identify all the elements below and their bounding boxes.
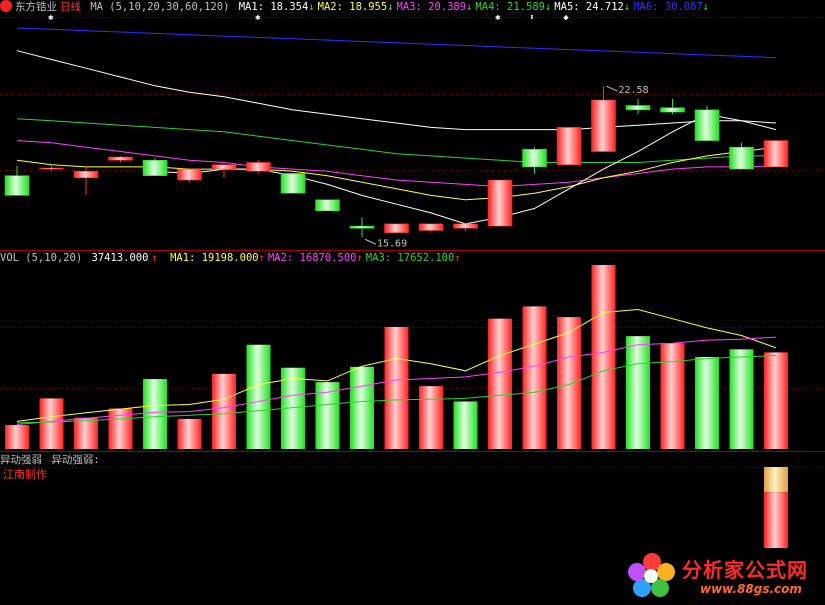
candle-body — [556, 127, 582, 165]
period-label: 日线 — [60, 1, 81, 13]
ma-parameters: MA (5,10,20,30,60,120) — [90, 1, 230, 13]
candle-body — [418, 223, 444, 231]
annotation-pointer — [364, 238, 377, 245]
volume-bar — [5, 425, 29, 449]
volume-bar — [695, 357, 719, 449]
volume-bar — [384, 326, 409, 449]
volume-bar — [557, 317, 581, 449]
signal-marker-icon: ⬍ — [529, 13, 534, 23]
price-ma6-line — [16, 27, 777, 59]
price-ma-ma2: MA2: 18.955↓ — [317, 1, 394, 13]
credit-text: 江南制作 — [3, 468, 47, 481]
candle-body — [142, 160, 168, 176]
candle-body — [763, 140, 789, 168]
volume-bar — [488, 318, 512, 449]
price-ma-values: MA1: 18.354↓ MA2: 18.955↓ MA3: 20.389↓ MA4:… — [239, 1, 712, 13]
volume-bar — [350, 366, 374, 449]
watermark-url: www.88gs.com — [700, 582, 802, 596]
candle-body — [108, 156, 133, 161]
candle-body — [729, 146, 754, 170]
candle-body — [177, 168, 202, 181]
candle-body — [453, 223, 478, 229]
volume-bar — [522, 306, 547, 449]
watermark: 分析家公式网 www.88gs.com — [626, 548, 822, 602]
volume-bar — [764, 352, 788, 449]
watermark-name: 分析家公式网 — [682, 558, 808, 582]
volume-ma-values: MA1: 19198.000↑ MA2: 16870.500↑ MA3: 17652… — [170, 252, 464, 264]
price-ma5-line — [16, 50, 777, 131]
volume-bar — [591, 265, 616, 449]
price-ma3-line — [16, 140, 777, 188]
indicator-panel-header: 异动强弱 异动强弱: — [0, 453, 103, 467]
volume-value: 37413.000 ↑ — [91, 252, 158, 264]
flower-logo-icon — [628, 553, 675, 597]
signal-marker-icon: ✱ — [48, 13, 54, 23]
vol-ma-ma3: MA3: 17652.100↑ — [365, 252, 461, 264]
candle-body — [246, 162, 271, 172]
price-panel-header: 东方锆业 日线 MA (5,10,20,30,60,120) MA1: 18.35… — [0, 0, 715, 14]
volume-bar — [212, 373, 236, 449]
price-ma-ma5: MA5: 24.712↓ — [554, 1, 631, 13]
signal-marker-icon: ✱ — [495, 13, 501, 23]
candle-body — [694, 109, 720, 141]
price-ma-ma6: MA6: 30.087↓ — [633, 1, 710, 13]
volume-bar — [143, 379, 167, 449]
low-price-label: 15.69 — [377, 238, 407, 249]
signal-marker-icon: ✱ — [255, 13, 261, 23]
volume-bar — [419, 386, 443, 449]
price-ma-ma3: MA3: 20.389↓ — [396, 1, 473, 13]
candle-body — [280, 173, 306, 194]
volume-bar — [74, 417, 98, 449]
candle-body — [522, 149, 547, 168]
volume-bar — [177, 418, 202, 449]
volume-panel-header: VOL (5,10,20) 37413.000 ↑ MA1: 19198.000↑… — [0, 251, 467, 265]
indicator-label: 异动强弱 — [0, 454, 42, 466]
price-ma-ma1: MA1: 18.354↓ — [238, 1, 315, 13]
vol-ma-ma2: MA2: 16870.500↑ — [267, 252, 363, 264]
indicator-bar-bottom — [764, 492, 788, 548]
stock-chart[interactable]: 22.58 15.69 ✱ ✱ ✱ ⬍ ◆ — [0, 0, 825, 605]
candle-body — [384, 223, 409, 233]
vol-ma-ma1: MA1: 19198.000↑ — [170, 252, 265, 264]
candle-body — [625, 105, 651, 111]
app-logo-icon — [0, 0, 12, 12]
candle-body — [591, 99, 616, 152]
candle-body — [211, 164, 237, 170]
price-ma2-line — [16, 146, 777, 201]
candle-body — [349, 225, 375, 229]
candle-body — [487, 179, 513, 227]
candle-body — [660, 107, 685, 113]
volume-bar — [246, 344, 271, 449]
volume-bar — [626, 336, 650, 449]
candle-body — [315, 199, 340, 211]
signal-marker-icon: ◆ — [563, 13, 569, 23]
price-ma4-line — [16, 118, 776, 163]
high-price-label: 22.58 — [619, 85, 649, 96]
candle-body — [39, 167, 64, 170]
indicator-bar-top — [764, 467, 788, 493]
price-ma-ma4: MA4: 21.589↓ — [475, 1, 552, 13]
candle-body — [73, 171, 99, 179]
stock-name: 东方锆业 — [15, 1, 57, 13]
volume-bar — [729, 349, 754, 449]
volume-bar — [660, 343, 685, 449]
volume-bar — [39, 398, 64, 449]
volume-bar — [453, 401, 478, 449]
volume-label: VOL (5,10,20) — [0, 252, 83, 264]
indicator-value-label: 异动强弱: — [51, 454, 100, 466]
annotation-pointer — [606, 85, 618, 92]
candle-body — [4, 175, 30, 196]
